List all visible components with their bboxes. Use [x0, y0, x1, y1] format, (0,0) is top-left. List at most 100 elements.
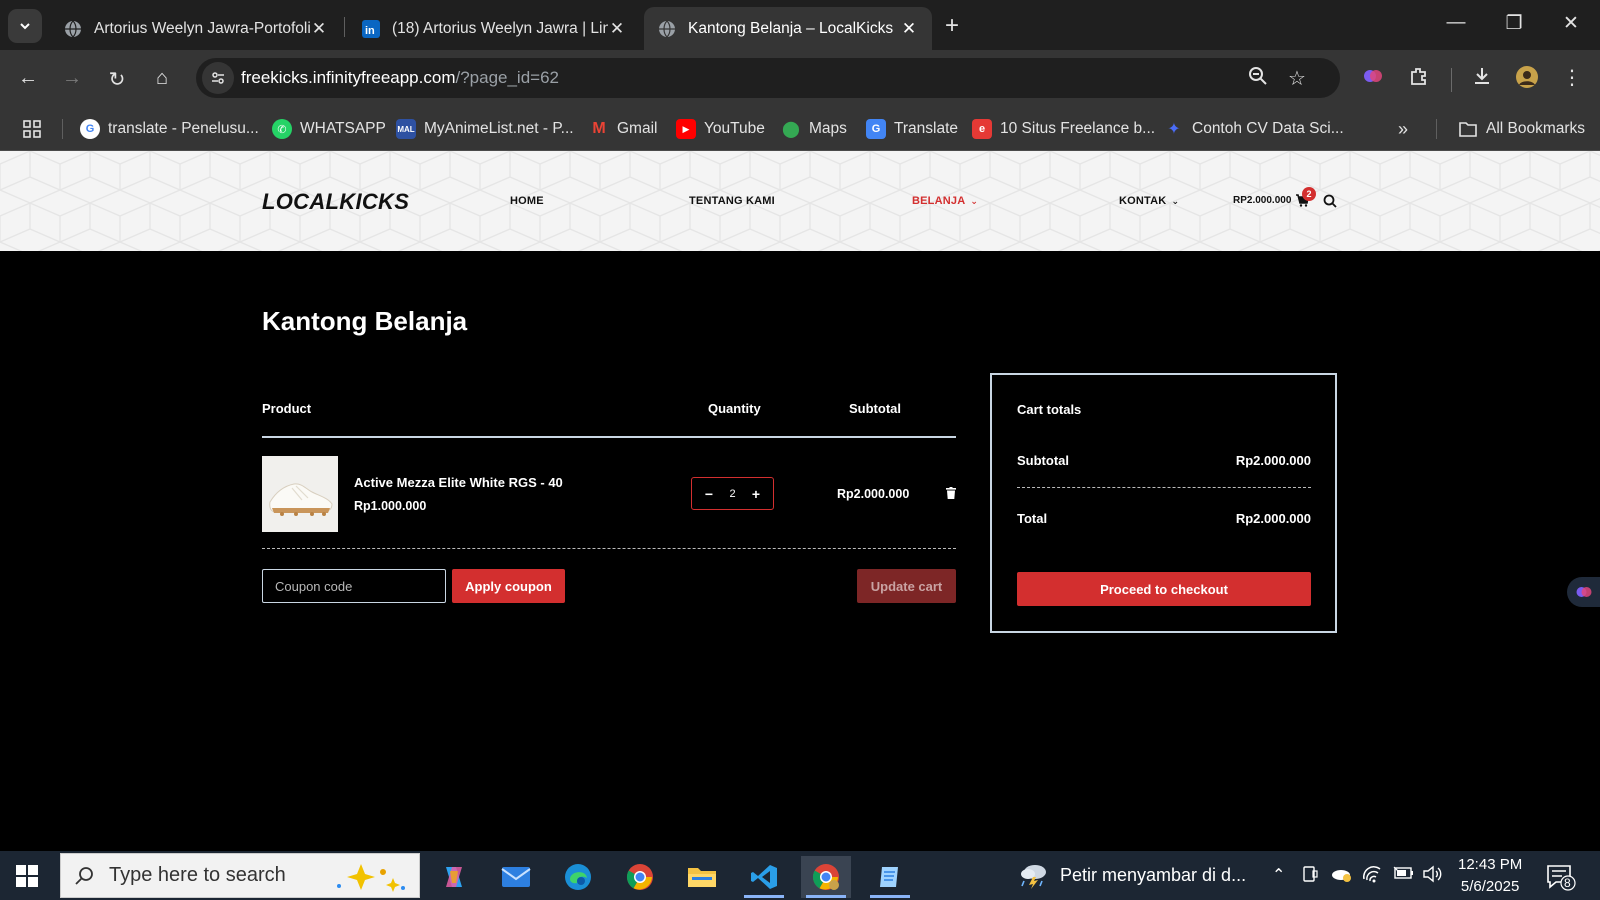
- trash-icon[interactable]: [946, 487, 956, 499]
- battery-icon[interactable]: [1392, 865, 1414, 886]
- notification-center[interactable]: 8: [1546, 863, 1576, 896]
- taskbar-copilot[interactable]: [429, 856, 479, 898]
- bookmark-label: Translate: [894, 120, 959, 137]
- proceed-to-checkout-button[interactable]: Proceed to checkout: [1017, 572, 1311, 606]
- tab-localkicks[interactable]: Kantong Belanja – LocalKicks ✕: [644, 7, 932, 50]
- gmail-icon: M: [592, 120, 606, 137]
- taskbar-notepad[interactable]: [865, 856, 915, 898]
- nav-contact[interactable]: KONTAK ⌄: [1119, 195, 1179, 207]
- bookmark-translate[interactable]: G Translate: [866, 117, 958, 141]
- tab-search-button[interactable]: [8, 9, 42, 43]
- increase-quantity-button[interactable]: +: [749, 486, 763, 502]
- back-icon[interactable]: ←: [15, 67, 41, 90]
- header-cart-amount[interactable]: RP2.000.000: [1233, 195, 1291, 206]
- menu-kebab-icon[interactable]: ⋮: [1558, 65, 1586, 90]
- bookmark-whatsapp[interactable]: ✆ WHATSAPP: [272, 117, 386, 141]
- zoom-icon[interactable]: [1248, 66, 1268, 91]
- chevron-down-icon: ⌄: [970, 196, 979, 206]
- taskbar-search-box[interactable]: Type here to search: [60, 853, 420, 898]
- taskbar-clock[interactable]: 12:43 PM 5/6/2025: [1458, 854, 1522, 898]
- all-bookmarks[interactable]: All Bookmarks: [1458, 117, 1585, 141]
- download-icon[interactable]: [1468, 65, 1496, 93]
- gemini-icon: ✦: [1167, 121, 1181, 138]
- floating-assistant-icon[interactable]: [1567, 577, 1600, 607]
- bookmark-label: 10 Situs Freelance b...: [1000, 120, 1156, 137]
- taskbar-chrome-active[interactable]: [801, 856, 851, 898]
- bookmark-maps[interactable]: ⬤ Maps: [781, 117, 847, 141]
- url-path: /?page_id=62: [455, 68, 560, 87]
- tab-title: Artorius Weelyn Jawra-Portofoli: [94, 19, 310, 37]
- nav-about[interactable]: TENTANG KAMI: [689, 195, 775, 207]
- column-header-subtotal: Subtotal: [849, 401, 901, 416]
- home-icon[interactable]: ⌂: [149, 67, 175, 90]
- volume-icon[interactable]: [1422, 865, 1442, 888]
- bookmark-cv-data[interactable]: ✦ Contoh CV Data Sci...: [1164, 117, 1343, 141]
- url-text[interactable]: freekicks.infinityfreeapp.com/?page_id=6…: [241, 68, 559, 88]
- bookmark-label: WHATSAPP: [300, 120, 386, 137]
- tab-linkedin[interactable]: in (18) Artorius Weelyn Jawra | Lin ✕: [348, 7, 640, 50]
- taskbar-chrome[interactable]: [615, 856, 665, 898]
- address-bar[interactable]: freekicks.infinityfreeapp.com/?page_id=6…: [196, 58, 1340, 98]
- quantity-value[interactable]: 2: [729, 488, 735, 500]
- close-icon[interactable]: ✕: [608, 19, 626, 39]
- gemini-extension-icon[interactable]: [1359, 65, 1387, 93]
- extensions-icon[interactable]: [1405, 65, 1433, 93]
- new-tab-button[interactable]: +: [945, 12, 959, 40]
- chevron-down-icon: [20, 23, 30, 30]
- close-icon[interactable]: ✕: [310, 19, 328, 39]
- weather-text: Petir menyambar di d...: [1060, 864, 1247, 885]
- bookmark-label: MyAnimeList.net - P...: [424, 120, 574, 137]
- taskbar-mail[interactable]: [491, 856, 541, 898]
- onedrive-icon[interactable]: [1330, 865, 1352, 888]
- more-bookmarks-icon[interactable]: »: [1398, 117, 1408, 141]
- clock-time: 12:43 PM: [1458, 856, 1523, 873]
- search-icon[interactable]: [1323, 194, 1337, 208]
- close-window-icon[interactable]: ✕: [1556, 12, 1586, 35]
- reload-icon[interactable]: ↻: [104, 67, 130, 92]
- bookmark-youtube[interactable]: ▶ YouTube: [676, 117, 765, 141]
- device-icon[interactable]: [1302, 865, 1318, 888]
- restore-icon[interactable]: ❐: [1499, 12, 1529, 35]
- svg-text:in: in: [365, 25, 375, 37]
- bookmark-myanimelist[interactable]: MAL MyAnimeList.net - P...: [396, 117, 574, 141]
- taskbar-edge[interactable]: [553, 856, 603, 898]
- site-logo[interactable]: LOCALKICKS: [262, 189, 409, 215]
- taskbar-file-explorer[interactable]: [677, 856, 727, 898]
- youtube-icon: ▶: [676, 119, 696, 139]
- product-thumbnail[interactable]: [262, 456, 338, 532]
- profile-avatar[interactable]: [1513, 65, 1541, 95]
- update-cart-button[interactable]: Update cart: [857, 569, 956, 603]
- nav-home[interactable]: HOME: [510, 195, 544, 207]
- nav-contact-label: KONTAK: [1119, 195, 1167, 207]
- site-info-icon[interactable]: [202, 62, 234, 94]
- wifi-icon[interactable]: [1362, 865, 1382, 888]
- taskbar-vscode[interactable]: [739, 856, 789, 898]
- nav-shop[interactable]: BELANJA ⌄: [912, 195, 978, 207]
- maps-icon: ⬤: [782, 121, 800, 138]
- show-hidden-icons[interactable]: ⌃: [1272, 865, 1285, 885]
- windows-start-icon[interactable]: [16, 865, 38, 887]
- taskbar-weather[interactable]: Petir menyambar di d...: [1018, 861, 1246, 889]
- forward-icon[interactable]: →: [59, 67, 85, 90]
- totals-divider: [1017, 487, 1311, 488]
- minimize-icon[interactable]: —: [1441, 12, 1471, 34]
- close-icon[interactable]: ✕: [900, 19, 918, 39]
- bookmark-freelance[interactable]: e 10 Situs Freelance b...: [972, 117, 1155, 141]
- nav-shop-label: BELANJA: [912, 195, 966, 207]
- decrease-quantity-button[interactable]: −: [702, 486, 716, 502]
- thunderstorm-icon: [1021, 865, 1046, 889]
- coupon-code-input[interactable]: [262, 569, 446, 603]
- notification-count: 8: [1564, 876, 1571, 890]
- bookmark-star-icon[interactable]: ☆: [1288, 66, 1306, 91]
- bookmark-translate-search[interactable]: G translate - Penelusu...: [80, 117, 259, 141]
- tab-title: Kantong Belanja – LocalKicks: [688, 19, 894, 37]
- apply-coupon-button[interactable]: Apply coupon: [452, 569, 565, 603]
- taskbar-search-placeholder: Type here to search: [109, 864, 286, 886]
- bookmark-gmail[interactable]: M Gmail: [589, 117, 657, 141]
- bookmark-label: Gmail: [617, 120, 658, 137]
- globe-icon: [659, 20, 675, 37]
- product-name-link[interactable]: Active Mezza Elite White RGS - 40: [354, 475, 563, 490]
- tab-portfolio[interactable]: Artorius Weelyn Jawra-Portofoli ✕: [50, 7, 342, 50]
- vscode-icon: [751, 865, 777, 889]
- apps-grid-icon[interactable]: [22, 117, 42, 141]
